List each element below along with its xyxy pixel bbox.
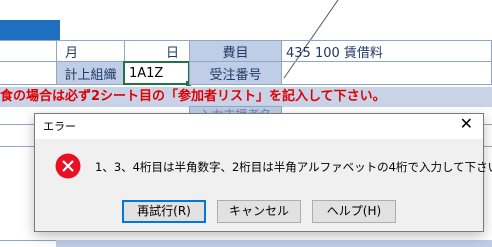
cell-blank[interactable] — [0, 40, 57, 62]
cell-juchu-label: 受注番号 — [189, 61, 282, 85]
help-button[interactable]: ヘルプ(H) — [312, 200, 396, 223]
cell-himoku-label: 費目 — [189, 40, 282, 62]
error-dialog: エラー ✕ 1、3、4桁目は半角数字、2桁目は半角アルファベットの4桁で入力して… — [34, 113, 492, 232]
cell-keijo-value[interactable]: 1A1Z — [123, 61, 190, 85]
cell-himoku-value[interactable]: 435 100 賃借料 — [281, 40, 492, 62]
cell-blank[interactable] — [0, 61, 57, 85]
cell-day[interactable]: 日 — [124, 40, 190, 62]
dialog-body: 1、3、4桁目は半角数字、2桁目は半角アルファベットの4桁で入力して下さい。 再… — [35, 139, 492, 231]
cancel-button[interactable]: キャンセル — [217, 200, 301, 223]
error-x-circle-icon — [55, 153, 81, 179]
retry-button[interactable]: 再試行(R) — [122, 200, 206, 223]
dialog-title: エラー — [43, 120, 76, 133]
cell-juchu-value[interactable] — [281, 61, 492, 85]
notice-banner: 食の場合は必ず2シート目の「参加者リスト」を記入して下さい。 — [0, 87, 492, 107]
cell-keijo-label: 計上組織 — [56, 61, 125, 85]
error-message: 1、3、4桁目は半角数字、2桁目は半角アルファベットの4桁で入力して下さい。 — [95, 160, 492, 174]
cell-row-fill — [56, 240, 492, 247]
cell-month[interactable]: 月 — [56, 40, 125, 62]
close-icon[interactable]: ✕ — [460, 114, 473, 133]
header-bar — [0, 20, 60, 40]
